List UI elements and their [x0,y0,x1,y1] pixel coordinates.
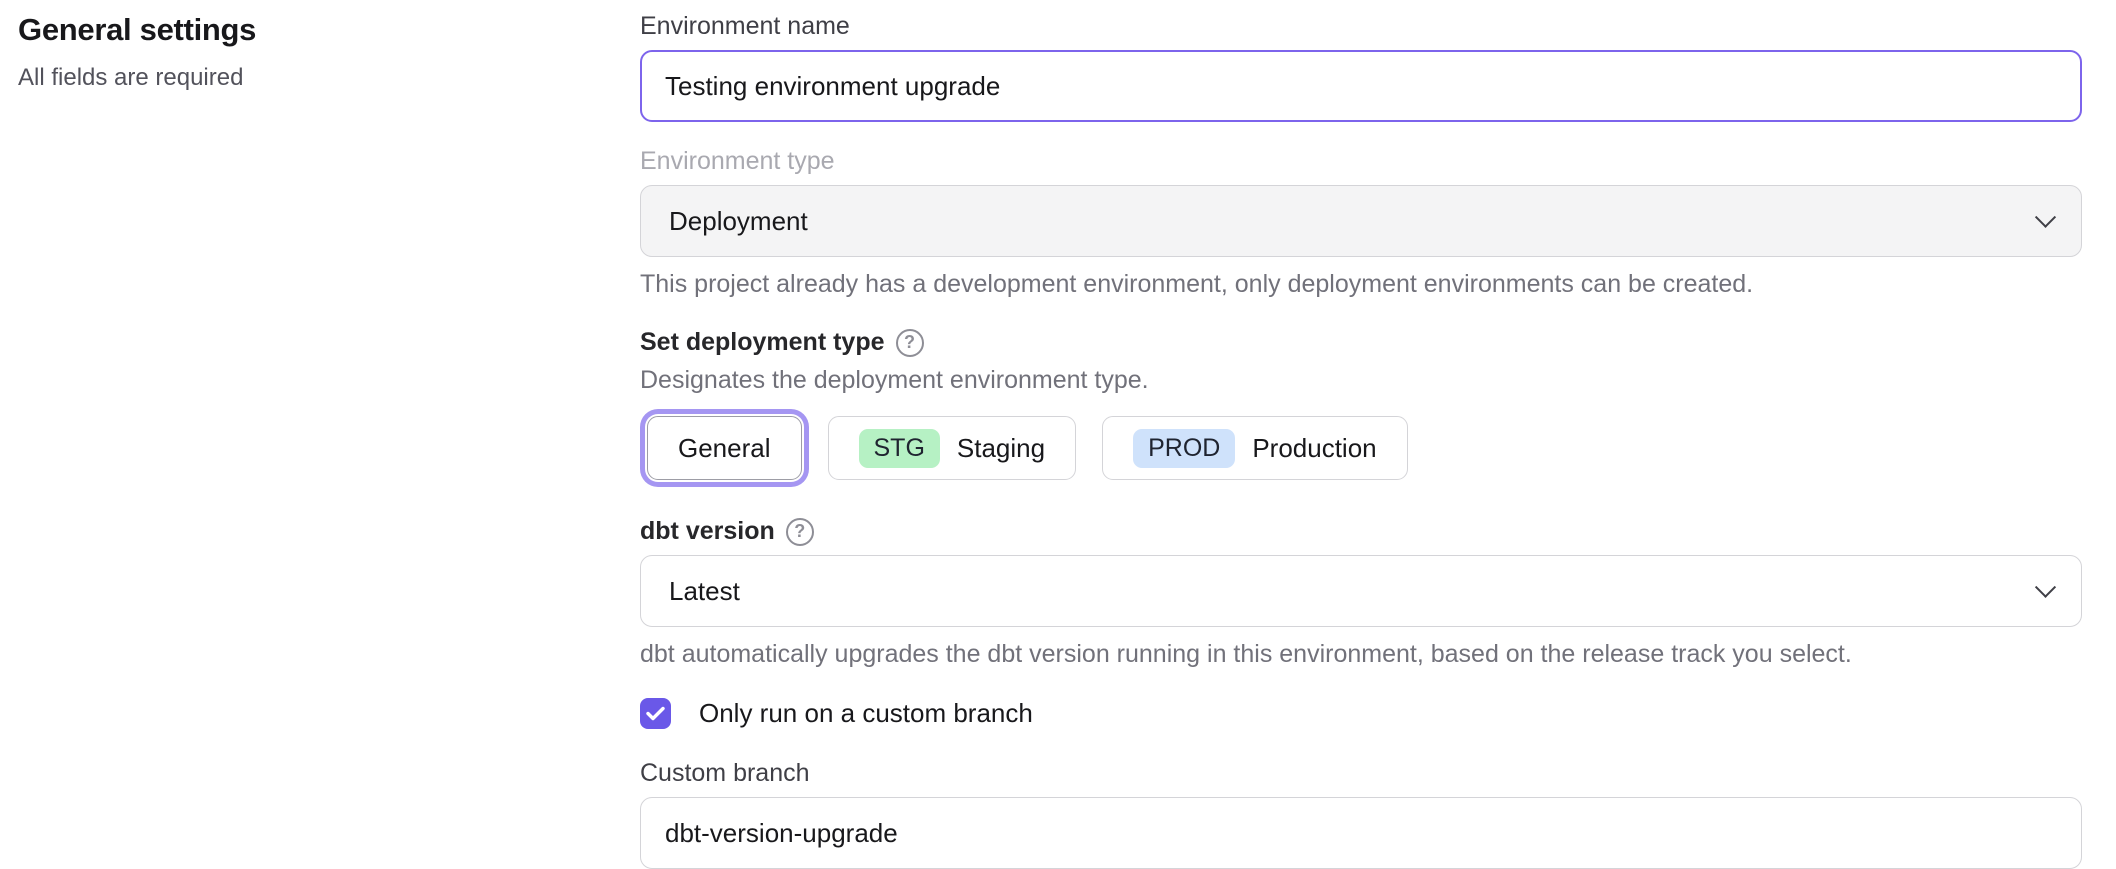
page-title: General settings [18,12,578,48]
dbt-version-label: dbt version ? [640,517,2082,546]
checkmark-icon [646,706,665,721]
environment-type-select: Deployment [640,185,2082,257]
deployment-type-label: Set deployment type ? [640,328,2082,357]
stg-badge: STG [859,429,940,468]
deployment-option-general-label: General [678,433,771,464]
custom-branch-checkbox-row: Only run on a custom branch [640,698,2082,729]
environment-type-helper: This project already has a development e… [640,270,2082,299]
deployment-option-production[interactable]: PROD Production [1102,416,1408,480]
deployment-option-general[interactable]: General [647,416,802,480]
deployment-option-production-label: Production [1252,433,1376,464]
custom-branch-checkbox[interactable] [640,698,671,729]
deployment-type-helper: Designates the deployment environment ty… [640,366,2082,395]
deployment-type-field: Set deployment type ? Designates the dep… [640,328,2082,487]
dbt-version-helper: dbt automatically upgrades the dbt versi… [640,640,2082,669]
dbt-version-label-text: dbt version [640,517,775,546]
environment-type-label: Environment type [640,147,2082,176]
custom-branch-checkbox-label[interactable]: Only run on a custom branch [699,698,1033,729]
custom-branch-input[interactable] [640,797,2082,869]
environment-name-input[interactable] [640,50,2082,122]
dbt-version-value: Latest [669,576,740,607]
help-icon[interactable]: ? [896,329,924,357]
environment-name-field: Environment name [640,12,2082,122]
environment-type-field: Environment type Deployment This project… [640,147,2082,299]
custom-branch-field: Custom branch [640,759,2082,869]
chevron-down-icon [2035,206,2056,227]
dbt-version-field: dbt version ? Latest dbt automatically u… [640,517,2082,669]
section-header: General settings All fields are required [18,12,578,92]
dbt-version-select[interactable]: Latest [640,555,2082,627]
settings-form: Environment name Environment type Deploy… [640,0,2082,869]
prod-badge: PROD [1133,429,1235,468]
chevron-down-icon [2035,576,2056,597]
environment-name-label: Environment name [640,12,2082,41]
deployment-option-staging[interactable]: STG Staging [828,416,1077,480]
deployment-option-staging-label: Staging [957,433,1045,464]
environment-type-value: Deployment [669,206,808,237]
help-icon[interactable]: ? [786,518,814,546]
custom-branch-label: Custom branch [640,759,2082,788]
deployment-type-options: General STG Staging PROD Production [640,409,2082,487]
page-subtitle: All fields are required [18,64,578,92]
deployment-type-label-text: Set deployment type [640,328,885,357]
environment-settings-page: General settings All fields are required… [0,0,2116,864]
